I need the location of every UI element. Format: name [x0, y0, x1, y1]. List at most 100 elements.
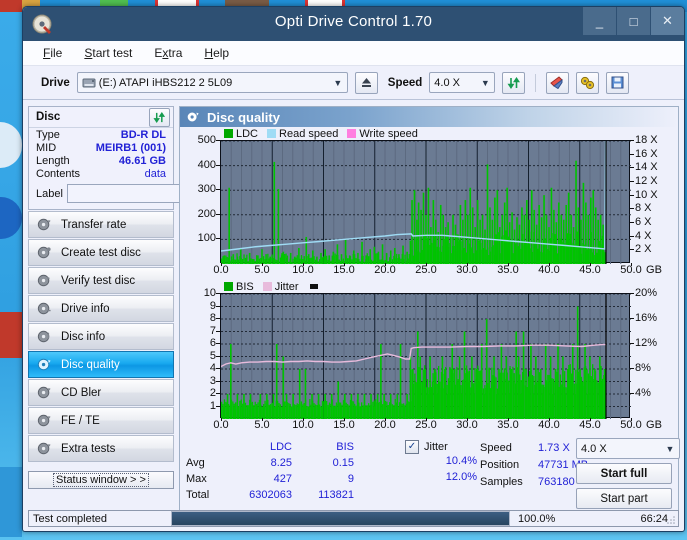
jitter-checkbox[interactable]: ✓ — [405, 440, 419, 454]
test-speed-value: 4.0 X — [581, 443, 607, 455]
disc-row-value: 46.61 GB — [119, 155, 166, 167]
speed-select[interactable]: 4.0 X ▼ — [429, 72, 495, 93]
stat-row-position: Position 47731 MB — [480, 456, 588, 473]
right-tick — [630, 343, 634, 344]
x-tick — [262, 263, 263, 266]
legend-item-read-speed: Read speed — [267, 128, 338, 140]
x-tick — [631, 263, 632, 266]
minimize-button[interactable]: _ — [583, 7, 616, 35]
disc-row-type: Type BD-R DL — [29, 128, 173, 141]
progress-percent: 100.0% — [512, 513, 592, 525]
chevron-down-icon[interactable]: ▼ — [663, 444, 677, 454]
disc-refresh-button[interactable] — [149, 108, 170, 127]
stat-value-speed: 1.73 X — [538, 442, 570, 454]
column-header-bis: BIS — [292, 439, 354, 455]
right-tick-label: 18 X — [635, 134, 658, 146]
stats-corner — [186, 439, 230, 455]
eraser-icon — [550, 76, 565, 89]
disc-gear-icon — [37, 301, 52, 316]
sidebar-item-label: Disc quality — [61, 359, 120, 371]
sidebar-item-disc-quality[interactable]: Disc quality — [28, 351, 174, 378]
sidebar-item-verify-test-disc[interactable]: Verify test disc — [28, 267, 174, 294]
right-tick — [630, 293, 634, 294]
maximize-button[interactable]: □ — [617, 7, 650, 35]
right-tick-label: 6 X — [635, 216, 652, 228]
disc-gear-icon — [37, 357, 52, 372]
right-tick — [630, 236, 634, 237]
table-row: Max 427 9 — [186, 471, 354, 487]
disc-gear-icon — [186, 110, 200, 124]
test-speed-select[interactable]: 4.0 X ▼ — [576, 438, 680, 459]
drive-select[interactable]: (E:) ATAPI iHBS212 2 5L09 ▼ — [77, 72, 348, 93]
settings-button[interactable] — [576, 72, 599, 94]
x-tick — [221, 418, 222, 421]
sidebar-item-fe-te[interactable]: FE / TE — [28, 407, 174, 434]
toolbar: Drive (E:) ATAPI iHBS212 2 5L09 ▼ Speed … — [23, 66, 684, 100]
menu-bar[interactable]: File Start test Extra Help — [23, 41, 684, 66]
ldc-max-value: 427 — [230, 471, 292, 487]
right-tick-label: 8 X — [635, 202, 652, 214]
disc-row-key: Type — [36, 129, 60, 141]
x-tick — [590, 418, 591, 421]
sidebar-item-label: CD Bler — [61, 387, 101, 399]
x-tick — [467, 263, 468, 266]
right-tick — [630, 318, 634, 319]
start-part-button[interactable]: Start part — [576, 488, 672, 509]
chevron-down-icon[interactable]: ▼ — [331, 78, 345, 88]
status-window-button[interactable]: Status window > > — [28, 471, 174, 489]
sidebar-item-transfer-rate[interactable]: Transfer rate — [28, 211, 174, 238]
menu-item-file[interactable]: File — [43, 46, 62, 60]
bis-plot-area[interactable] — [220, 293, 630, 418]
sidebar-item-drive-info[interactable]: Drive info — [28, 295, 174, 322]
status-window-label: Status window > > — [53, 473, 149, 487]
ldc-chart-legend: LDC Read speed Write speed — [180, 127, 678, 140]
refresh-button[interactable] — [502, 72, 525, 94]
x-tick — [467, 418, 468, 421]
menu-item-help[interactable]: Help — [204, 46, 229, 60]
disc-row-length: Length 46.61 GB — [29, 154, 173, 167]
disc-gear-icon — [37, 273, 52, 288]
x-tick — [344, 418, 345, 421]
chevron-down-icon[interactable]: ▼ — [478, 78, 492, 88]
legend-swatch — [224, 282, 233, 291]
refresh-arrows-icon — [153, 111, 166, 124]
ldc-avg-value: 8.25 — [230, 455, 292, 471]
title-bar[interactable]: Opti Drive Control 1.70 _ □ ✕ — [23, 7, 684, 41]
right-tick-label: 12 X — [635, 175, 658, 187]
page-title: Disc quality — [207, 110, 280, 125]
sidebar-item-disc-info[interactable]: Disc info — [28, 323, 174, 350]
chart-marker — [310, 284, 318, 289]
right-tick — [630, 195, 634, 196]
x-tick — [262, 418, 263, 421]
eject-button[interactable] — [355, 72, 378, 94]
x-tick — [549, 418, 550, 421]
stat-key-speed: Speed — [480, 442, 538, 454]
x-tick — [590, 263, 591, 266]
menu-item-extra[interactable]: Extra — [154, 46, 182, 60]
y-tick-label: 500 — [198, 134, 216, 146]
menu-item-start-test[interactable]: Start test — [84, 46, 132, 60]
jitter-header-row: ✓ Jitter — [405, 439, 477, 455]
ldc-x-axis: 0.0 5.0 10.0 15.0 20.0 25.0 30.0 35.0 40.0 45.0 50… — [220, 263, 678, 278]
x-tick — [631, 418, 632, 421]
window-controls[interactable]: _ □ ✕ — [582, 7, 684, 35]
right-tick — [630, 249, 634, 250]
action-buttons: 4.0 X ▼ Start full Start part — [576, 438, 674, 509]
start-full-button[interactable]: Start full — [576, 463, 672, 484]
save-button[interactable] — [606, 72, 629, 94]
right-tick — [630, 393, 634, 394]
resize-grip[interactable] — [667, 515, 676, 524]
erase-button[interactable] — [546, 72, 569, 94]
ldc-y-axis: 100 200 300 400 500 — [180, 140, 220, 263]
close-button[interactable]: ✕ — [651, 7, 684, 35]
sidebar-item-label: Disc info — [61, 331, 105, 343]
ldc-plot-area[interactable] — [220, 140, 630, 263]
x-tick — [221, 263, 222, 266]
sidebar-item-extra-tests[interactable]: Extra tests — [28, 435, 174, 462]
disc-info-panel: Disc Type BD-R DL MID MEIRB1 (001) Lengt… — [28, 106, 174, 210]
sidebar-item-create-test-disc[interactable]: Create test disc — [28, 239, 174, 266]
ldc-chart: LDC Read speed Write speed 100 200 300 400 5… — [180, 127, 678, 278]
bis-y-axis: 1 2 3 4 5 6 7 8 9 10 — [180, 293, 220, 418]
sidebar-item-cd-bler[interactable]: CD Bler — [28, 379, 174, 406]
legend-swatch — [267, 129, 276, 138]
